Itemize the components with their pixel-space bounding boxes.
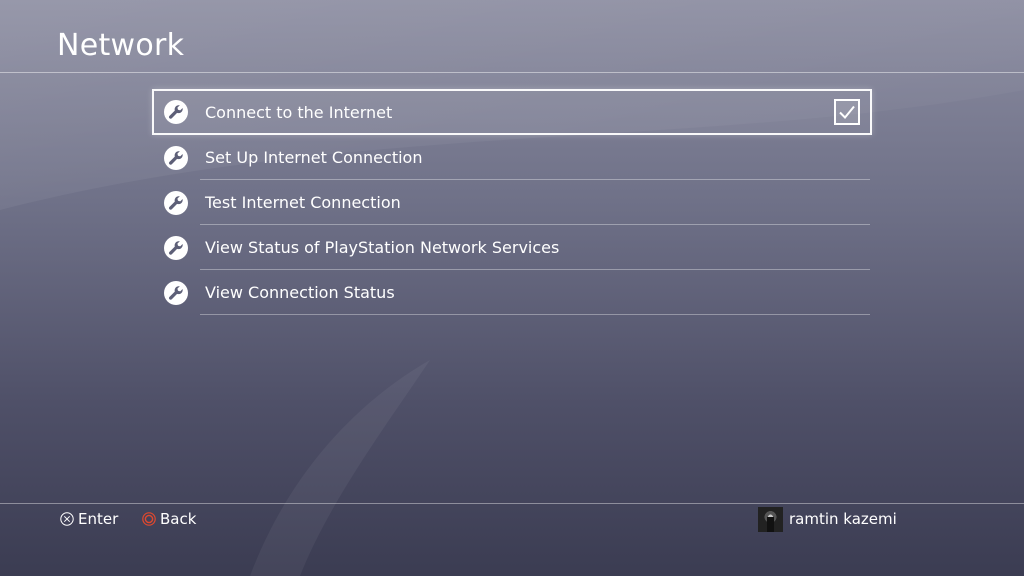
menu-item-connect-to-internet[interactable]: Connect to the Internet (152, 89, 872, 135)
avatar (758, 506, 783, 532)
wrench-icon (164, 235, 188, 260)
row-divider (200, 314, 870, 315)
menu-item-label: Connect to the Internet (205, 102, 393, 122)
wrench-icon (164, 190, 188, 215)
wrench-icon (164, 280, 188, 305)
menu-item-label: Set Up Internet Connection (205, 148, 423, 167)
checkbox-connect-to-internet[interactable] (834, 99, 860, 125)
menu-item-view-psn-status[interactable]: View Status of PlayStation Network Servi… (152, 225, 872, 270)
enter-hint-label: Enter (78, 510, 119, 528)
network-menu: Connect to the Internet Set Up Internet … (152, 89, 872, 315)
checkmark-icon (839, 105, 855, 119)
wrench-icon (164, 100, 188, 124)
back-hint-label: Back (160, 510, 197, 528)
menu-item-label: View Status of PlayStation Network Servi… (205, 238, 560, 257)
menu-item-view-connection-status[interactable]: View Connection Status (152, 270, 872, 315)
page-title: Network (57, 28, 185, 63)
footer-divider (0, 503, 1024, 504)
menu-item-label: View Connection Status (205, 283, 395, 302)
enter-hint[interactable]: Enter (60, 509, 118, 529)
menu-item-test-internet-connection[interactable]: Test Internet Connection (152, 180, 872, 225)
cross-button-icon (60, 512, 74, 526)
menu-item-label: Test Internet Connection (205, 193, 401, 212)
user-name: ramtin kazemi (789, 510, 897, 528)
user-profile: ramtin kazemi (758, 506, 897, 532)
back-hint[interactable]: Back (142, 509, 196, 529)
header-divider (0, 72, 1024, 73)
circle-button-icon (142, 512, 156, 526)
wrench-icon (164, 145, 188, 170)
menu-item-set-up-internet-connection[interactable]: Set Up Internet Connection (152, 135, 872, 180)
